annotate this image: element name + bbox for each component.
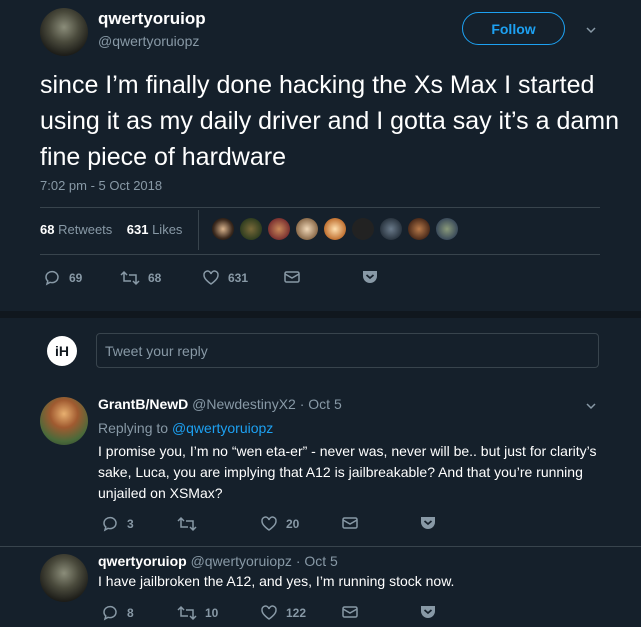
like-action[interactable]: 122 (260, 604, 306, 622)
reply-icon (45, 270, 59, 286)
retweet-action[interactable]: 10 (177, 604, 218, 622)
liker-avatar[interactable] (352, 218, 374, 240)
reply-handle[interactable]: @qwertyoruiopz (191, 553, 292, 569)
reply-header: GrantB/NewD @NewdestinyX2 · Oct 5 (98, 396, 342, 412)
author-display-name[interactable]: qwertyoruiop (98, 9, 206, 29)
chevron-down-icon[interactable] (586, 401, 596, 411)
envelope-icon (342, 606, 358, 618)
reply-text: I promise you, I’m no “wen eta-er” - nev… (98, 443, 597, 501)
liker-avatar[interactable] (380, 218, 402, 240)
pocket-save-action[interactable] (419, 515, 437, 531)
like-action[interactable]: 631 (202, 269, 248, 287)
reply-author-avatar[interactable] (40, 554, 88, 602)
direct-message-action[interactable] (341, 604, 359, 620)
author-avatar[interactable] (40, 8, 88, 56)
reply-author-avatar[interactable] (40, 397, 88, 445)
heart-icon (261, 605, 277, 620)
reply-header: qwertyoruiop @qwertyoruiopz · Oct 5 (98, 553, 338, 569)
liker-avatar[interactable] (408, 218, 430, 240)
reply-input[interactable]: Tweet your reply (96, 333, 599, 368)
liker-avatar[interactable] (268, 218, 290, 240)
reply-text: I have jailbroken the A12, and yes, I’m … (98, 573, 455, 589)
reply-icon (103, 516, 117, 532)
replying-to-handle[interactable]: @qwertyoruiopz (172, 420, 273, 436)
heart-icon (261, 516, 277, 531)
user-avatar-logo[interactable]: iH (47, 336, 77, 366)
pocket-icon (421, 517, 435, 529)
liker-avatar[interactable] (296, 218, 318, 240)
chevron-down-icon[interactable] (586, 25, 596, 35)
reply-icon (103, 605, 117, 621)
reply-action[interactable]: 3 (101, 515, 134, 533)
direct-message-action[interactable] (283, 269, 301, 285)
liker-avatar[interactable] (240, 218, 262, 240)
envelope-icon (284, 271, 300, 283)
divider (0, 546, 641, 547)
tweet-text: since I’m finally done hacking the Xs Ma… (40, 71, 619, 171)
tweet-timestamp[interactable]: 7:02 pm - 5 Oct 2018 (40, 178, 162, 193)
retweet-action[interactable] (177, 515, 205, 533)
follow-button[interactable]: Follow (462, 12, 565, 45)
liker-avatar[interactable] (436, 218, 458, 240)
liker-avatar[interactable] (212, 218, 234, 240)
reply-action[interactable]: 69 (43, 269, 82, 287)
divider (40, 207, 600, 208)
retweets-stat[interactable]: 68 Retweets (40, 222, 112, 237)
heart-icon (203, 270, 219, 285)
reply-date[interactable]: · Oct 5 (296, 553, 338, 569)
pocket-icon (421, 606, 435, 618)
pocket-save-action[interactable] (361, 269, 379, 285)
stats-separator (198, 210, 199, 250)
retweet-icon (120, 270, 140, 286)
retweet-action[interactable]: 68 (120, 269, 161, 287)
divider (40, 254, 600, 255)
pocket-save-action[interactable] (419, 604, 437, 620)
reply-action[interactable]: 8 (101, 604, 134, 622)
liker-avatar[interactable] (324, 218, 346, 240)
direct-message-action[interactable] (341, 515, 359, 531)
reply-display-name[interactable]: qwertyoruiop (98, 553, 187, 569)
reply-handle[interactable]: @NewdestinyX2 (192, 396, 296, 412)
tweet-detail-view: qwertyoruiop @qwertyoruiopz Follow since… (0, 0, 641, 627)
tweet-stats: 68 Retweets 631 Likes (40, 222, 182, 237)
retweet-icon (177, 605, 197, 621)
likes-stat[interactable]: 631 Likes (127, 222, 183, 237)
like-action[interactable]: 20 (260, 515, 299, 533)
envelope-icon (342, 517, 358, 529)
author-handle[interactable]: @qwertyoruiopz (98, 33, 199, 49)
reply-date[interactable]: · Oct 5 (300, 396, 342, 412)
retweet-icon (177, 516, 197, 532)
replying-to: Replying to @qwertyoruiopz (98, 420, 274, 436)
reply-display-name[interactable]: GrantB/NewD (98, 396, 188, 412)
pocket-icon (363, 271, 377, 283)
